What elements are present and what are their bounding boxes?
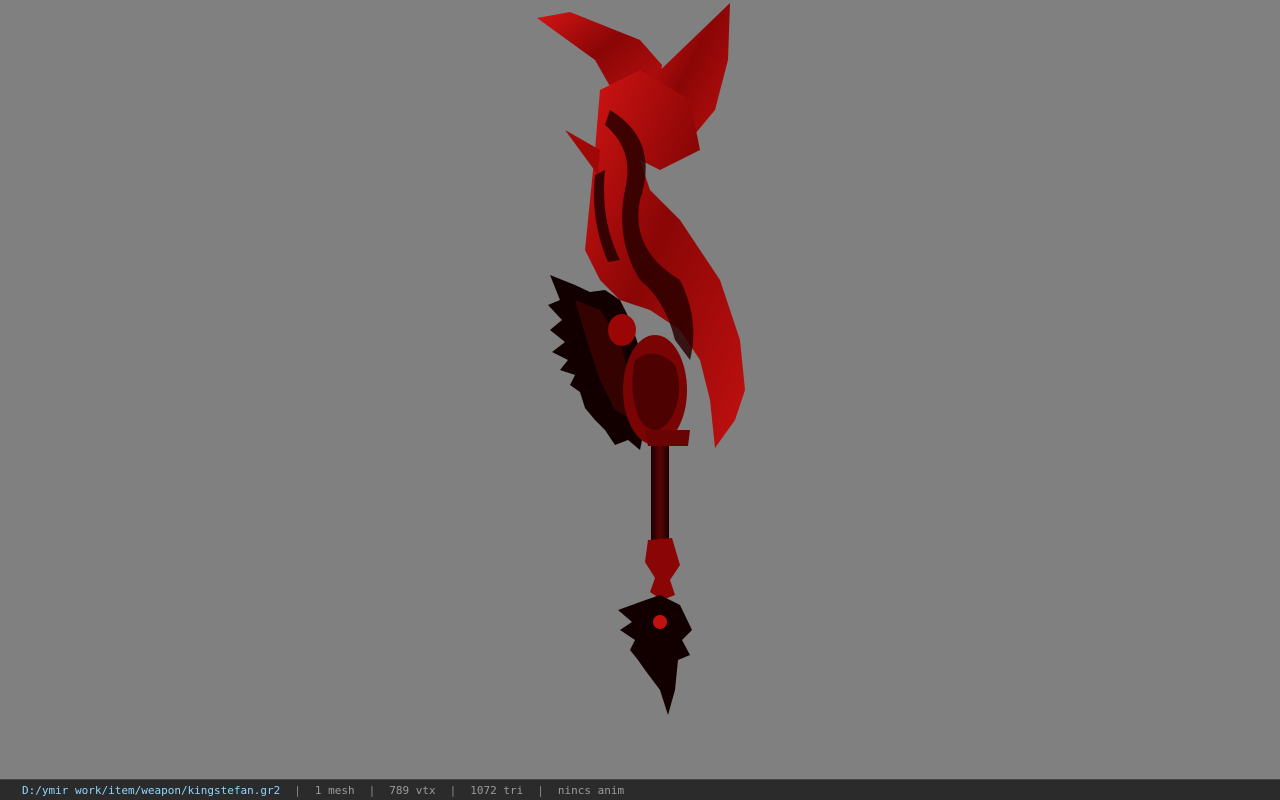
weapon-model[interactable]: [0, 0, 1280, 779]
separator: |: [449, 783, 457, 797]
tassel: [618, 595, 692, 715]
file-path: D:/ymir work/item/weapon/kingstefan.gr2: [22, 783, 281, 797]
vertex-count: 789 vtx: [389, 783, 436, 797]
separator: |: [537, 783, 544, 797]
animation-status: nincs anim: [557, 783, 625, 797]
shaft: [651, 446, 669, 541]
mesh-count: 1 mesh: [314, 783, 355, 797]
knot: [645, 538, 680, 600]
left-spike: [565, 130, 600, 175]
status-bar: D:/ymir work/item/weapon/kingstefan.gr2 …: [0, 779, 1280, 800]
separator: |: [368, 783, 376, 797]
triangle-count: 1072 tri: [470, 783, 524, 797]
separator: |: [294, 783, 301, 797]
3d-viewport[interactable]: [0, 0, 1280, 779]
